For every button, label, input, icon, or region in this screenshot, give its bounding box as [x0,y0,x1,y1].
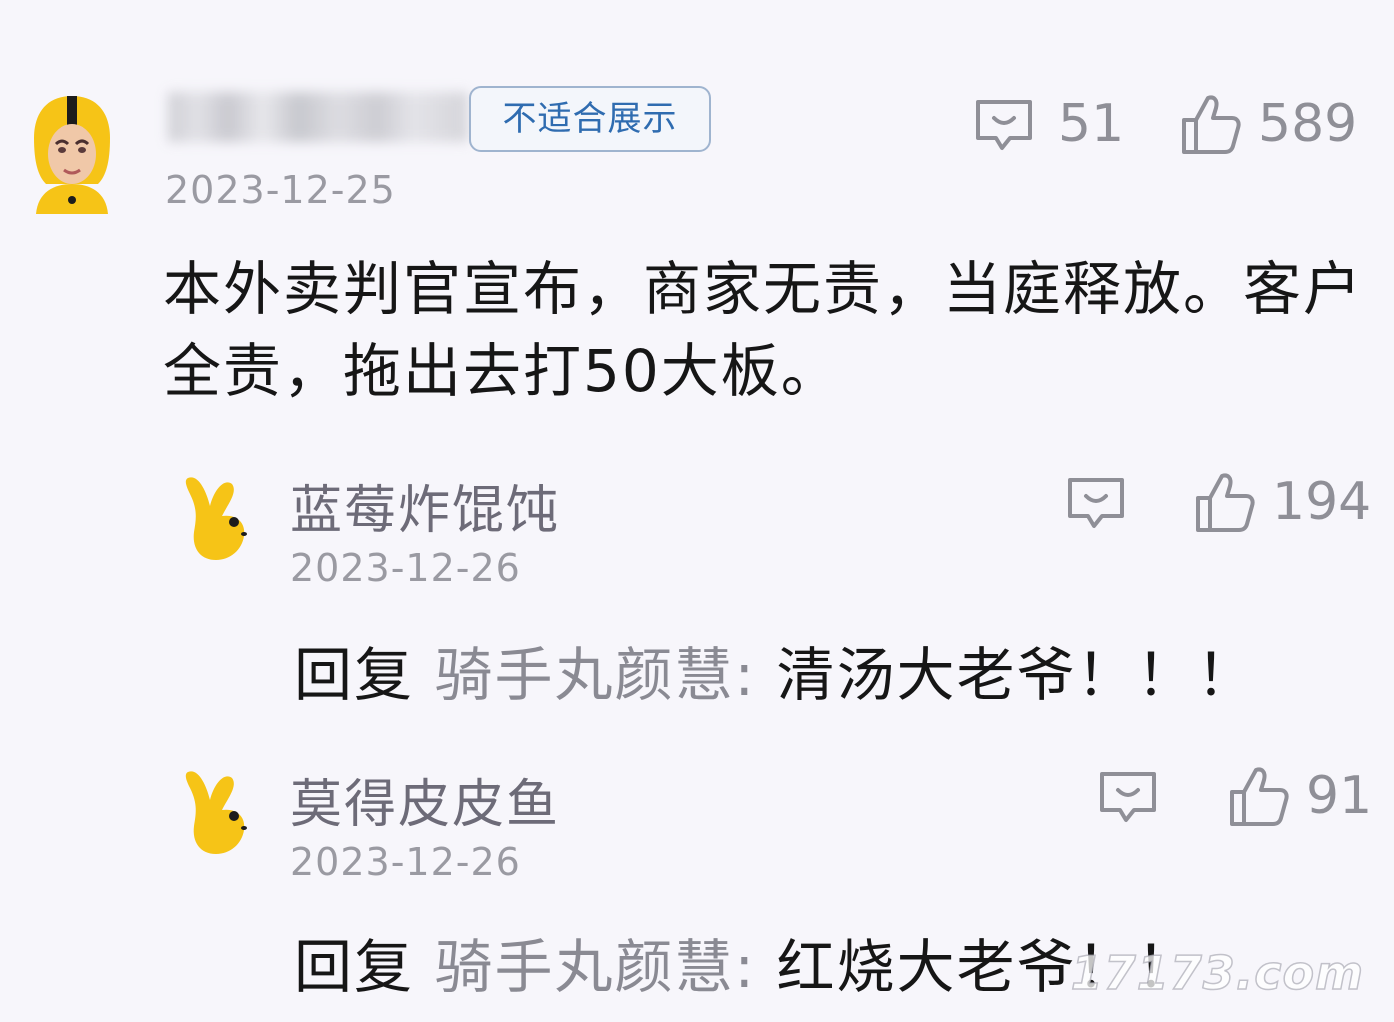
comment-text: 本外卖判官宣布，商家无责，当庭释放。客户全责，拖出去打50大板。 [163,255,1364,405]
reply-date: 2023-12-26 [290,546,521,590]
comment-count: 51 [1058,94,1125,154]
like-button[interactable] [1180,92,1242,156]
reply-username[interactable]: 蓝莓炸馄饨 [290,468,560,543]
comment-bubble-icon [1100,772,1156,822]
reply-comment-button[interactable] [1064,474,1128,534]
reply-target[interactable]: 骑手丸颜慧: [434,641,756,709]
reply-label: 回复 [294,933,415,1001]
comment-bubble-icon [1068,478,1124,528]
reply-like-count: 91 [1306,766,1373,826]
comment-bubble-icon [976,100,1032,150]
reply-avatar[interactable] [178,470,268,570]
comment-date: 2023-12-25 [165,168,396,212]
reply-username[interactable]: 莫得皮皮鱼 [290,762,560,837]
like-count: 589 [1258,94,1358,154]
reply-avatar[interactable] [178,764,268,864]
blurred-username [168,92,468,142]
reply-content: 回复 骑手丸颜慧: 红烧大老爷！！ [294,920,1196,1004]
watermark: 17173.com [1070,945,1364,1001]
user-avatar[interactable] [28,92,116,214]
reply-like-button[interactable] [1228,764,1290,828]
reply-date: 2023-12-26 [290,840,521,884]
reply-comment-button[interactable] [1096,768,1160,828]
reply-label: 回复 [294,641,415,709]
thumbs-up-icon [1182,95,1241,154]
thumbs-up-icon [1230,767,1289,826]
reply-target[interactable]: 骑手丸颜慧: [434,933,756,1001]
reply-content: 回复 骑手丸颜慧: 清汤大老爷！！！ [294,628,1256,712]
reply-like-count: 194 [1272,472,1372,532]
thumbs-up-icon [1196,473,1255,532]
not-suitable-badge: 不适合展示 [469,86,711,152]
reply-message: 清汤大老爷！！！ [776,641,1257,709]
reply-like-button[interactable] [1194,470,1256,534]
comment-button[interactable] [972,96,1036,156]
